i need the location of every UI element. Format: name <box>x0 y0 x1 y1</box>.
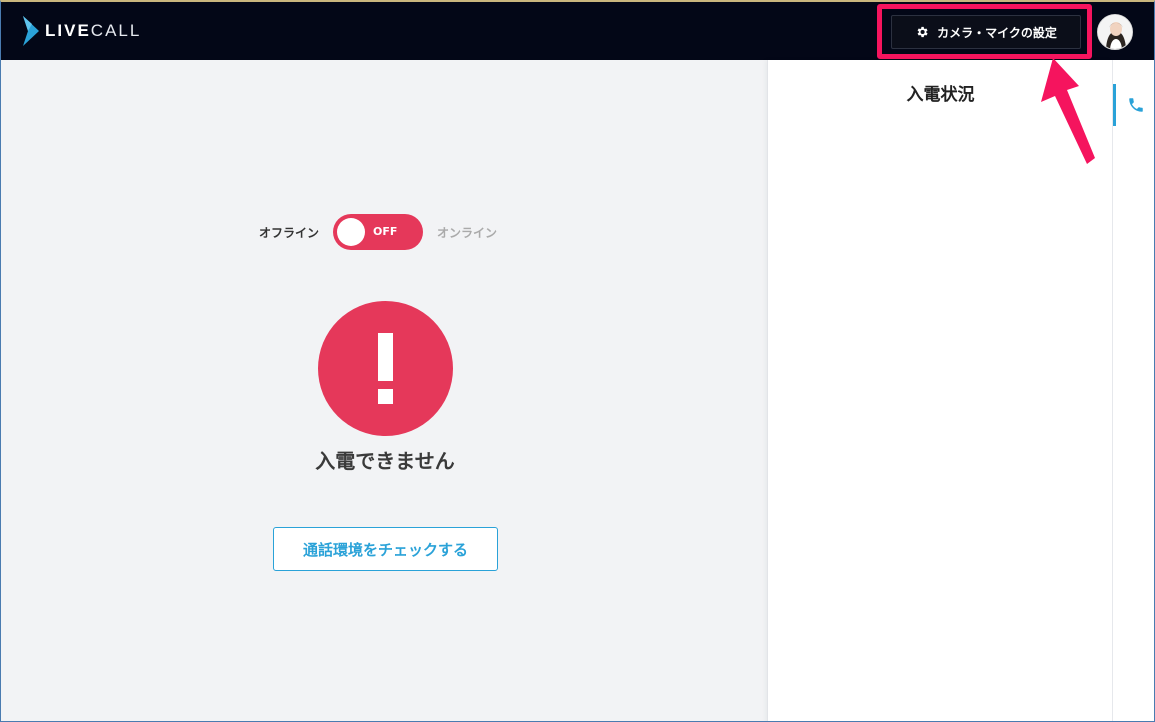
call-status-message: 入電できません <box>315 449 455 473</box>
toggle-knob <box>337 218 366 246</box>
avatar-portrait-icon <box>1098 15 1132 49</box>
offline-label: オフライン <box>259 225 320 240</box>
exclamation-dot <box>378 389 393 404</box>
toggle-state-label: OFF <box>373 225 398 238</box>
logo-wordmark: LIVECALL <box>45 21 142 40</box>
exclamation-icon <box>318 301 453 436</box>
annotation-arrow-icon <box>1041 58 1095 164</box>
livecall-logo[interactable]: LIVECALL <box>23 16 141 46</box>
logo-chevron-icon <box>23 16 39 46</box>
check-call-environment-button[interactable]: 通話環境をチェックする <box>273 527 498 571</box>
online-offline-toggle[interactable]: OFF <box>333 214 424 250</box>
phone-tab[interactable] <box>1113 84 1154 126</box>
settings-highlight-box <box>877 4 1092 59</box>
availability-toggle-row: オフライン OFF オンライン <box>259 214 497 250</box>
user-avatar[interactable] <box>1097 14 1133 50</box>
online-label: オンライン <box>437 225 498 240</box>
exclamation-bar <box>378 333 393 381</box>
app-window: LIVECALL カメラ・マイクの設定 オフライン OFF オンライン 入電でき… <box>0 0 1155 722</box>
side-tab-rail <box>1112 60 1154 721</box>
phone-icon <box>1128 98 1143 112</box>
